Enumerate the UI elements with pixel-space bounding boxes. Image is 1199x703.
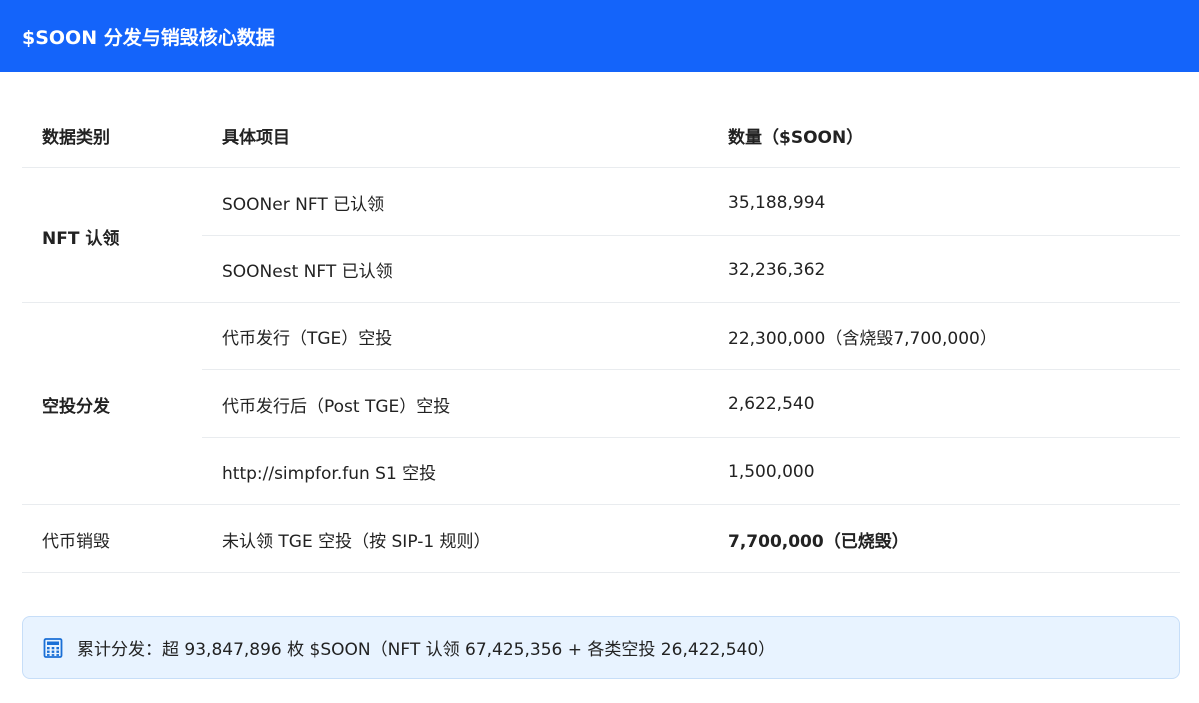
table-row: 代币发行后（Post TGE）空投 2,622,540: [22, 370, 1180, 438]
amount-cell: 32,236,362: [728, 259, 826, 280]
amount-cell: 2,622,540: [728, 394, 815, 414]
item-cell: 代币发行后（Post TGE）空投: [222, 396, 451, 417]
row-divider: [22, 572, 1180, 573]
column-header-category: 数据类别: [42, 127, 110, 148]
amount-cell: 22,300,000（含烧毁7,700,000）: [728, 329, 997, 349]
item-cell: http://simpfor.fun S1 空投: [222, 464, 437, 484]
amount-cell: 7,700,000（已烧毁）: [728, 531, 909, 552]
table-row: SOONer NFT 已认领 35,188,994: [22, 169, 1180, 236]
page-title: $SOON 分发与销毁核心数据: [22, 26, 275, 49]
table-row: http://simpfor.fun S1 空投 1,500,000: [22, 438, 1180, 505]
category-token-burn: 代币销毁: [42, 531, 110, 552]
table-row: SOONest NFT 已认领 32,236,362: [22, 236, 1180, 303]
row-divider: [22, 167, 1180, 168]
item-cell: SOONest NFT 已认领: [222, 262, 393, 282]
table-header-row: 数据类别 具体项目 数量（$SOON）: [22, 102, 1180, 168]
item-cell: 未认领 TGE 空投（按 SIP-1 规则）: [222, 531, 491, 552]
calculator-icon: [43, 637, 63, 658]
summary-box: 累计分发：超 93,847,896 枚 $SOON（NFT 认领 67,425,…: [22, 616, 1180, 679]
summary-text: 累计分发：超 93,847,896 枚 $SOON（NFT 认领 67,425,…: [77, 640, 776, 660]
table-row: 代币发行（TGE）空投 22,300,000（含烧毁7,700,000）: [22, 303, 1180, 370]
item-cell: SOONer NFT 已认领: [222, 195, 385, 215]
page-header: $SOON 分发与销毁核心数据: [0, 0, 1199, 72]
amount-cell: 1,500,000: [728, 461, 815, 482]
item-cell: 代币发行（TGE）空投: [222, 329, 393, 349]
column-header-amount: 数量（$SOON）: [728, 127, 864, 148]
column-header-item: 具体项目: [222, 127, 290, 148]
amount-cell: 35,188,994: [728, 192, 826, 213]
table-row: 代币销毁 未认领 TGE 空投（按 SIP-1 规则） 7,700,000（已烧…: [22, 505, 1180, 573]
